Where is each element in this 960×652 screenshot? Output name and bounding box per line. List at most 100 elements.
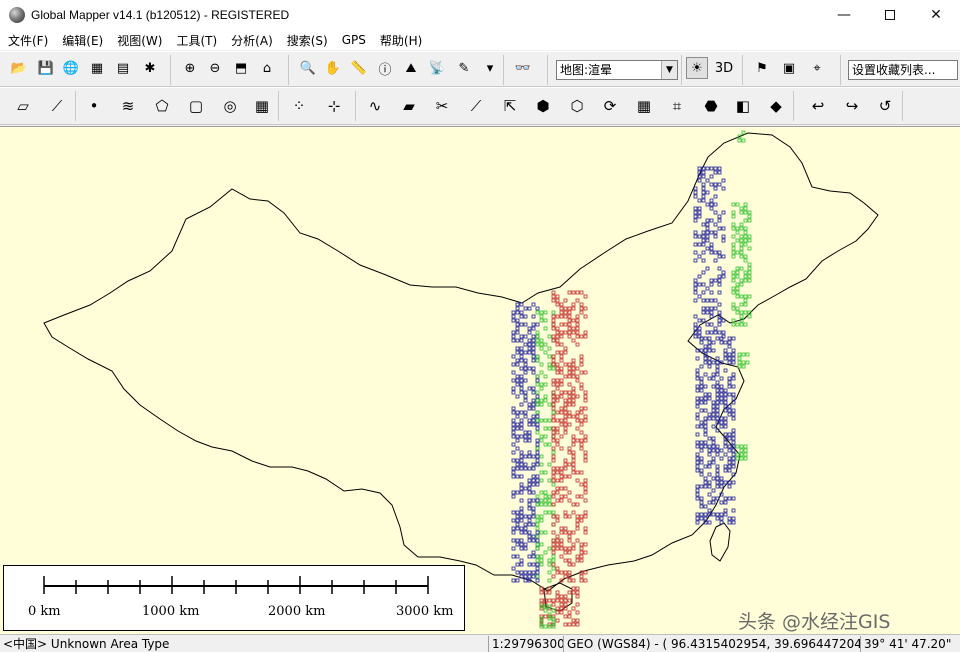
- grid-cell: [699, 400, 704, 405]
- undo-arrow-button[interactable]: ↩: [804, 92, 832, 120]
- create-point-button[interactable]: •: [80, 92, 108, 120]
- menu-tools[interactable]: 工具(T): [172, 32, 221, 49]
- globe-button[interactable]: 🌐: [60, 57, 82, 79]
- path-profile-button[interactable]: ⛰: [400, 57, 422, 79]
- grid-cell: [583, 498, 588, 503]
- grid-cell: [735, 274, 740, 279]
- grid-cell: [555, 486, 560, 491]
- grid-cell: [575, 586, 580, 591]
- grid-cell: [519, 462, 524, 467]
- zoom-tool-button[interactable]: 🔍: [297, 57, 319, 79]
- merge-button[interactable]: ⬣: [697, 92, 725, 120]
- gps-button[interactable]: ⌖: [806, 57, 828, 79]
- grid-cell: [575, 590, 580, 595]
- measure-tool-button[interactable]: 📏: [348, 57, 370, 79]
- menu-search[interactable]: 搜索(S): [283, 32, 332, 49]
- grid-cell: [511, 530, 516, 535]
- menu-gps[interactable]: GPS: [338, 33, 370, 47]
- edit-vertex-button[interactable]: ⬠: [148, 92, 176, 120]
- tools-button[interactable]: ✱: [139, 57, 161, 79]
- grid-cell: [747, 214, 752, 219]
- close-button[interactable]: ✕: [913, 0, 959, 30]
- grid-cell: [695, 388, 700, 393]
- buffer-button[interactable]: ◎: [216, 92, 244, 120]
- grid-cell: [555, 398, 560, 403]
- minimize-button[interactable]: —: [821, 0, 867, 30]
- grid-cell: [703, 476, 708, 481]
- menu-analysis[interactable]: 分析(A): [227, 32, 277, 49]
- home-button[interactable]: ⌂: [256, 57, 278, 79]
- stairs-button[interactable]: ▰: [395, 92, 423, 120]
- layer-button[interactable]: ▣: [778, 57, 800, 79]
- grid-cell: [547, 366, 552, 371]
- toolbar-separator: [902, 91, 903, 121]
- crop-button[interactable]: ⌗: [663, 92, 691, 120]
- shader-button[interactable]: ☀: [686, 57, 708, 79]
- split-area-button[interactable]: ⬡: [563, 92, 591, 120]
- grid-cell: [547, 362, 552, 367]
- grid-cell: [567, 622, 572, 627]
- grid-cell: [711, 460, 716, 465]
- flag-button[interactable]: ⚑: [751, 57, 773, 79]
- grid-cell: [701, 250, 706, 255]
- menu-file[interactable]: 文件(F): [4, 32, 52, 49]
- combine-button[interactable]: ⬢: [529, 92, 557, 120]
- overlay-config-button[interactable]: ▤: [112, 57, 134, 79]
- menu-edit[interactable]: 编辑(E): [58, 32, 107, 49]
- contour-button[interactable]: ≋: [114, 92, 142, 120]
- zoom-in-button[interactable]: ⊕: [179, 57, 201, 79]
- grid-cell: [563, 486, 568, 491]
- shader-select[interactable]: 地图:渲晕 ▼: [556, 60, 678, 80]
- grid-cell: [563, 602, 568, 607]
- grid-cell: [731, 436, 736, 441]
- filter-icon: ▾: [486, 60, 494, 76]
- grid-cell: [527, 498, 532, 503]
- pan-tool-button[interactable]: ✋: [322, 57, 344, 79]
- grid-cell: [535, 430, 540, 435]
- grid-cell: [555, 478, 560, 483]
- view-shed-button[interactable]: 📡: [426, 57, 448, 79]
- open-button[interactable]: 📂: [8, 57, 30, 79]
- redo-arrow-button[interactable]: ↪: [838, 92, 866, 120]
- control-center-button[interactable]: ▦: [86, 57, 108, 79]
- measure-line-button[interactable]: ⟋: [462, 92, 490, 120]
- rotate-button[interactable]: ⟳: [596, 92, 624, 120]
- menu-help[interactable]: 帮助(H): [376, 32, 426, 49]
- create-line-button[interactable]: ⟋: [43, 92, 71, 120]
- feature-info-button[interactable]: ⓘ: [374, 57, 396, 79]
- grid-cell: [555, 438, 560, 443]
- digitizer-button[interactable]: ✎: [453, 57, 475, 79]
- split-line-button[interactable]: ⊹: [320, 92, 348, 120]
- union-button[interactable]: ◆: [762, 92, 790, 120]
- grid-cell: [739, 242, 744, 247]
- grid-button[interactable]: ▦: [248, 92, 276, 120]
- intersect-button[interactable]: ◧: [729, 92, 757, 120]
- smooth-line-button[interactable]: ∿: [361, 92, 389, 120]
- cut-button[interactable]: ✂: [428, 92, 456, 120]
- grid-cell: [531, 498, 536, 503]
- full-view-button[interactable]: ⬒: [230, 57, 252, 79]
- bookmark-select[interactable]: 设置收藏列表...: [848, 60, 958, 80]
- create-area-button[interactable]: ▱: [9, 92, 37, 120]
- maximize-button[interactable]: [867, 0, 913, 30]
- menu-view[interactable]: 视图(W): [113, 32, 166, 49]
- grid-area-button[interactable]: ▦: [630, 92, 658, 120]
- grid-cell: [511, 566, 516, 571]
- coordinate-code-button[interactable]: ▢: [182, 92, 210, 120]
- grid-cell: [539, 338, 544, 343]
- zoom-out-button[interactable]: ⊖: [204, 57, 226, 79]
- grid-cell: [531, 354, 536, 359]
- rotate-back-button[interactable]: ↺: [871, 92, 899, 120]
- toolbar-separator: [547, 55, 548, 85]
- move-button[interactable]: ⇱: [496, 92, 524, 120]
- binoculars-button[interactable]: 👓: [512, 57, 534, 79]
- grid-cell: [567, 578, 572, 583]
- grid-cell: [711, 436, 716, 441]
- scatter-points-button[interactable]: ⁘: [285, 92, 313, 120]
- save-button[interactable]: 💾: [35, 57, 57, 79]
- grid-cell: [567, 534, 572, 539]
- filter-button[interactable]: ▾: [479, 57, 501, 79]
- 3d-view-button[interactable]: 3D: [713, 57, 735, 79]
- map-view[interactable]: 0 km 1000 km 2000 km 3000 km 头条 @水经注GIS: [0, 126, 960, 634]
- grid-cell: [583, 578, 588, 583]
